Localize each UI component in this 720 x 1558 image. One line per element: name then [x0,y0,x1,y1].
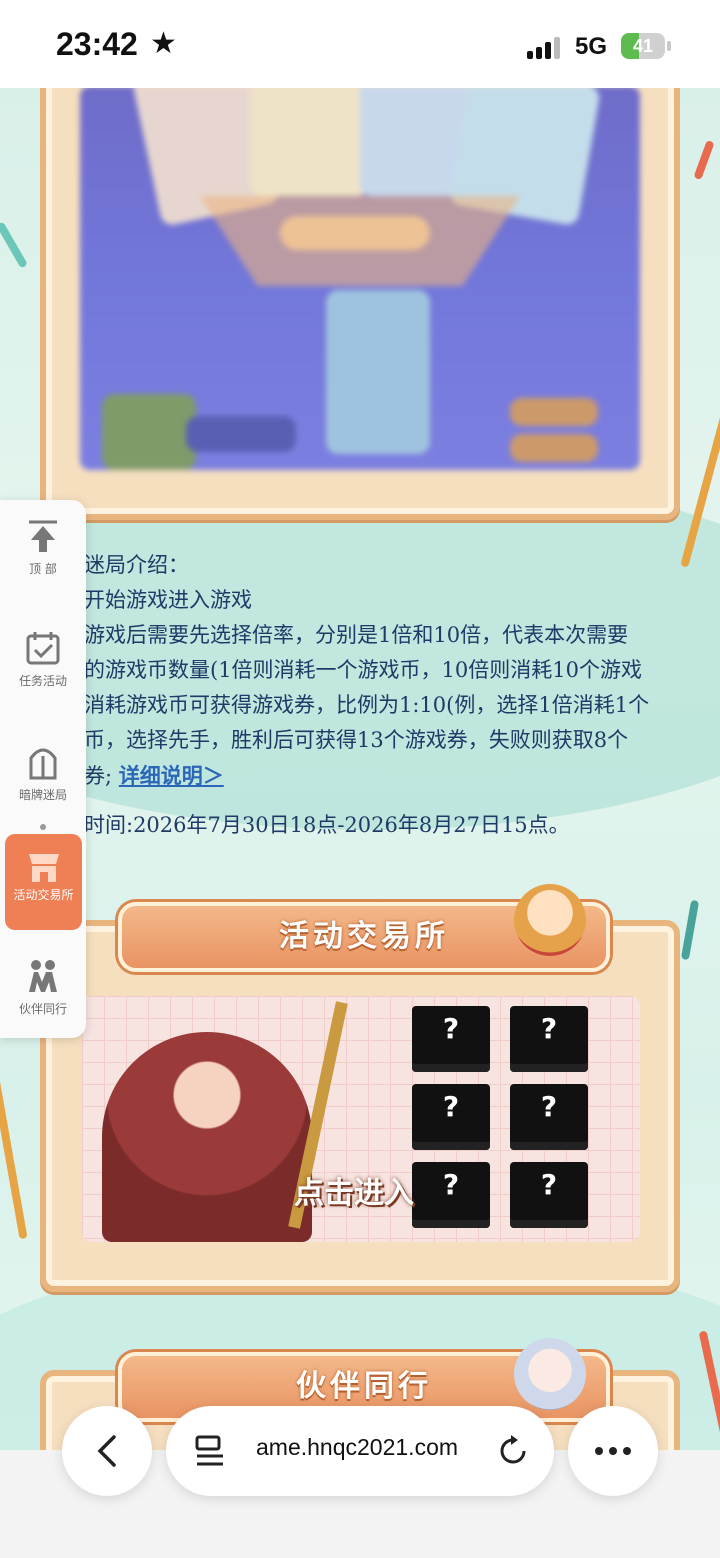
reload-icon[interactable] [496,1434,530,1468]
status-bar: 23:42 ★ 5G 41 [0,0,720,88]
gate-icon [29,748,57,780]
nav-item-partners[interactable]: 伙伴同行 [0,940,86,1054]
star-icon: ★ [150,26,177,61]
mystery-box: ? [412,1162,490,1228]
event-date: 时间:2026年7月30日18点-2026年8月27日15点。 [84,813,570,837]
blurred-label [186,416,296,452]
partner-avatar [514,1338,586,1410]
blurred-card [326,290,430,454]
intro-line: 消耗游戏币可获得游戏券，比例为1:10(例，选择1倍消耗1个 [84,693,650,717]
nav-item-exchange[interactable]: 活动交易所 [5,834,82,930]
calendar-check-icon [26,632,60,665]
enter-button-label[interactable]: 点击进入 [294,1168,414,1212]
detail-link[interactable]: 详细说明＞ [119,763,224,788]
side-nav: 顶 部 任务活动 暗牌迷局 活动交易所 伙伴同行 [0,500,86,1038]
blurred-button [510,398,598,426]
nav-indicator [40,824,46,830]
nav-item-top[interactable]: 顶 部 [0,500,86,614]
back-button[interactable] [62,1406,152,1496]
shop-icon [29,854,59,882]
mystery-mark: ? [540,1168,558,1201]
partners-icon [29,960,57,992]
ribbon [0,1060,28,1240]
mystery-box: ? [510,1162,588,1228]
intro-line: 币，选择先手，胜利后可获得13个游戏券，失败则获取8个 [84,728,629,752]
nav-label: 任务活动 [18,674,67,688]
confetti [680,899,700,961]
nav-label: 顶 部 [29,562,57,576]
battery-percent: 41 [632,36,654,56]
mystery-mark: ? [442,1090,460,1123]
reader-icon [195,1435,223,1466]
nav-item-tasks[interactable]: 任务活动 [0,612,86,726]
mystery-box: ? [510,1006,588,1072]
blurred-pennant [200,196,520,286]
intro-text: 迷局介绍： 开始游戏进入游戏 游戏后需要先选择倍率，分别是1倍和10倍，代表本次… [84,548,694,843]
mystery-box: ? [412,1084,490,1150]
more-icon [595,1447,631,1455]
chevron-left-icon [97,1435,116,1467]
battery-icon: 41 [621,33,665,59]
nav-item-dark-cards[interactable]: 暗牌迷局 [0,726,86,840]
blurred-avatar [102,394,196,470]
confetti [693,139,715,181]
network-type: 5G [575,33,608,60]
clock: 23:42 [56,26,138,62]
confetti [0,221,28,269]
intro-line: 的游戏币数量(1倍则消耗一个游戏币，10倍则消耗10个游戏 [84,658,642,682]
nav-label: 暗牌迷局 [18,788,67,802]
nav-label: 伙伴同行 [18,1002,67,1016]
mystery-mark: ? [540,1012,558,1045]
intro-line: 迷局介绍： [84,553,189,577]
character-avatar [514,884,586,956]
intro-line: 游戏后需要先选择倍率，分别是1倍和10倍，代表本次需要 [84,623,629,647]
more-button[interactable] [568,1406,658,1496]
mystery-mark: ? [442,1012,460,1045]
mystery-box: ? [412,1006,490,1072]
battery-cap [667,41,671,51]
game-preview-image[interactable] [80,86,640,470]
mystery-mark: ? [442,1168,460,1201]
mystery-box: ? [510,1084,588,1150]
mystery-mark: ? [540,1090,558,1123]
nav-label: 活动交易所 [13,888,74,902]
signal-icon [527,37,563,59]
blurred-card [250,86,370,196]
url-text[interactable]: ame.hnqc2021.com [256,1434,458,1461]
intro-line: 开始游戏进入游戏 [84,588,252,612]
character-art [102,1032,312,1242]
intro-line-prefix: 券; [84,764,113,788]
intro-line: 券; 详细说明＞ [84,758,694,794]
arrow-up-to-top-icon [29,520,57,552]
blurred-button [510,434,598,462]
